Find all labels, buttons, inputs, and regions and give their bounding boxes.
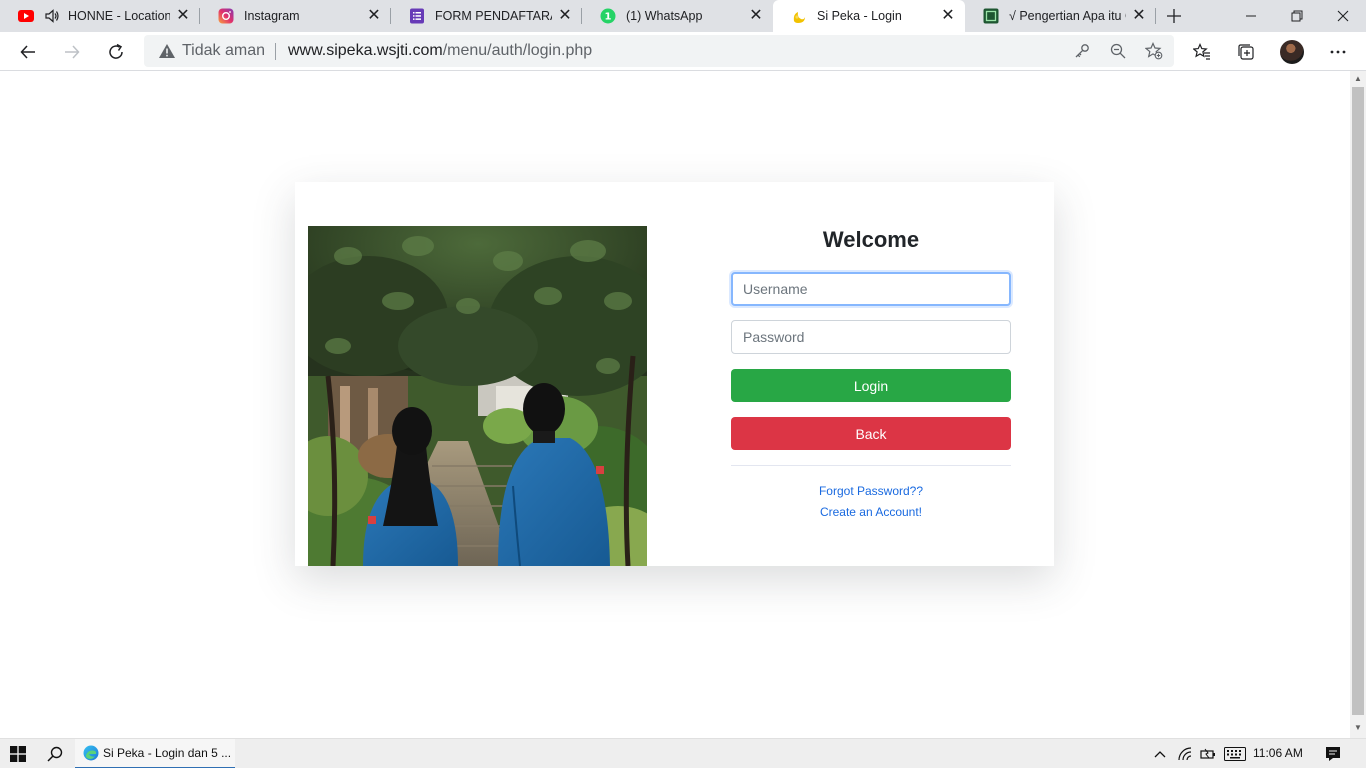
scrollbar-thumb[interactable] bbox=[1352, 87, 1364, 715]
password-input[interactable] bbox=[731, 320, 1011, 354]
speaker-icon[interactable] bbox=[44, 8, 60, 24]
welcome-heading: Welcome bbox=[822, 227, 920, 252]
security-label[interactable]: Tidak aman bbox=[182, 42, 265, 60]
instagram-icon bbox=[218, 8, 234, 24]
forward-arrow-icon[interactable] bbox=[57, 37, 87, 67]
login-button[interactable]: Login bbox=[731, 369, 1011, 402]
campus-photo bbox=[308, 226, 647, 566]
google-forms-icon bbox=[409, 8, 425, 24]
youtube-icon bbox=[18, 8, 34, 24]
page-viewport: Welcome Login Back Forgot Password?? Cre… bbox=[0, 71, 1350, 738]
tab-title: Si Peka - Login bbox=[817, 9, 902, 23]
key-icon[interactable] bbox=[1072, 41, 1092, 61]
collections-icon[interactable] bbox=[1231, 37, 1261, 67]
back-arrow-icon[interactable] bbox=[13, 37, 43, 67]
address-bar[interactable]: Tidak aman www.sipeka.wsjti.com/menu/aut… bbox=[144, 35, 1174, 67]
create-account-link[interactable]: Create an Account! bbox=[731, 502, 1011, 523]
back-button[interactable]: Back bbox=[731, 417, 1011, 450]
tab-strip: HONNE - Location ✕ Instagram ✕ FORM PEND… bbox=[0, 0, 1366, 32]
edge-icon bbox=[83, 745, 99, 761]
tab-title: Instagram bbox=[244, 9, 300, 23]
site-favicon-icon bbox=[791, 8, 807, 24]
tab-title: √ Pengertian Apa itu GU bbox=[1009, 9, 1126, 23]
login-card: Welcome Login Back Forgot Password?? Cre… bbox=[295, 182, 1054, 566]
scroll-down-arrow-icon[interactable]: ▼ bbox=[1354, 724, 1362, 732]
show-hidden-icons-chevron-icon[interactable] bbox=[1150, 739, 1170, 768]
tab-whatsapp[interactable]: 1 (1) WhatsApp ✕ bbox=[582, 0, 773, 32]
zoom-icon[interactable] bbox=[1108, 41, 1128, 61]
add-favorite-icon[interactable] bbox=[1144, 41, 1164, 61]
url-path: /menu/auth/login.php bbox=[442, 42, 593, 59]
green-square-icon bbox=[983, 8, 999, 24]
tab-title: (1) WhatsApp bbox=[626, 9, 703, 23]
favorites-icon[interactable] bbox=[1187, 37, 1217, 67]
whatsapp-icon: 1 bbox=[600, 8, 616, 24]
close-tab-icon[interactable]: ✕ bbox=[558, 8, 572, 24]
close-tab-icon[interactable]: ✕ bbox=[749, 8, 763, 24]
tab-sipeka-login[interactable]: Si Peka - Login ✕ bbox=[773, 0, 965, 32]
close-window-button[interactable] bbox=[1320, 0, 1366, 32]
close-tab-icon[interactable]: ✕ bbox=[1132, 8, 1146, 24]
profile-avatar[interactable] bbox=[1280, 40, 1304, 64]
forgot-password-link[interactable]: Forgot Password?? bbox=[731, 481, 1011, 502]
svg-text:1: 1 bbox=[605, 12, 612, 23]
taskbar-edge-app[interactable]: Si Peka - Login dan 5 ... bbox=[75, 739, 235, 768]
page-scrollbar[interactable]: ▲ ▼ bbox=[1350, 71, 1366, 738]
omnibox-divider bbox=[275, 43, 276, 60]
wifi-icon[interactable] bbox=[1175, 739, 1195, 768]
warning-triangle-icon[interactable] bbox=[158, 43, 176, 64]
tab-instagram[interactable]: Instagram ✕ bbox=[200, 0, 391, 32]
notification-center-icon[interactable] bbox=[1322, 739, 1344, 768]
scroll-up-arrow-icon[interactable]: ▲ bbox=[1354, 75, 1362, 83]
minimize-button[interactable] bbox=[1228, 0, 1274, 32]
system-clock[interactable]: 11:06 AM bbox=[1253, 746, 1303, 760]
username-input[interactable] bbox=[731, 272, 1011, 306]
url-host: www.sipeka.wsjti.com bbox=[288, 42, 443, 59]
url-text[interactable]: www.sipeka.wsjti.com/menu/auth/login.php bbox=[288, 42, 592, 60]
browser-toolbar: Tidak aman www.sipeka.wsjti.com/menu/aut… bbox=[0, 32, 1366, 71]
tab-pengertian[interactable]: √ Pengertian Apa itu GU ✕ bbox=[965, 0, 1156, 32]
close-tab-icon[interactable]: ✕ bbox=[367, 8, 381, 24]
tab-form[interactable]: FORM PENDAFTARAN | ✕ bbox=[391, 0, 582, 32]
login-form: Welcome Login Back Forgot Password?? Cre… bbox=[731, 226, 1011, 523]
battery-icon[interactable] bbox=[1198, 739, 1218, 768]
restore-button[interactable] bbox=[1274, 0, 1320, 32]
windows-start-icon[interactable] bbox=[4, 739, 32, 768]
tab-title: FORM PENDAFTARAN | bbox=[435, 9, 552, 23]
close-tab-icon[interactable]: ✕ bbox=[941, 8, 955, 24]
close-tab-icon[interactable]: ✕ bbox=[176, 8, 190, 24]
windows-taskbar: Si Peka - Login dan 5 ... 11:06 AM bbox=[0, 738, 1366, 768]
more-options-icon[interactable] bbox=[1323, 37, 1353, 67]
keyboard-icon[interactable] bbox=[1222, 739, 1248, 768]
refresh-icon[interactable] bbox=[101, 37, 131, 67]
new-tab-button[interactable] bbox=[1156, 0, 1192, 32]
taskbar-app-title: Si Peka - Login dan 5 ... bbox=[103, 746, 232, 760]
tab-title: HONNE - Location bbox=[68, 9, 170, 23]
search-icon[interactable] bbox=[42, 739, 68, 768]
tab-youtube[interactable]: HONNE - Location ✕ bbox=[0, 0, 200, 32]
